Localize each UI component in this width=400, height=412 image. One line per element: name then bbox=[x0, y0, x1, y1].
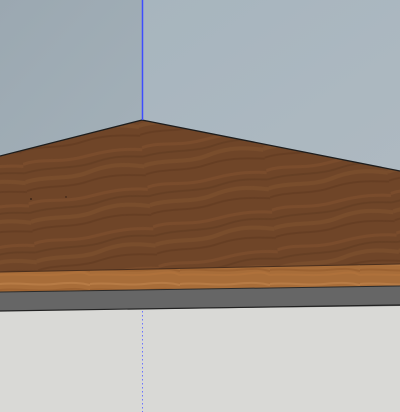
floor-mark bbox=[30, 198, 32, 200]
scene-canvas[interactable] bbox=[0, 0, 400, 412]
floor-mark bbox=[65, 196, 67, 198]
ground-plane[interactable] bbox=[0, 305, 400, 412]
3d-viewport[interactable]: 3d-modeling-viewport bbox=[0, 0, 400, 412]
